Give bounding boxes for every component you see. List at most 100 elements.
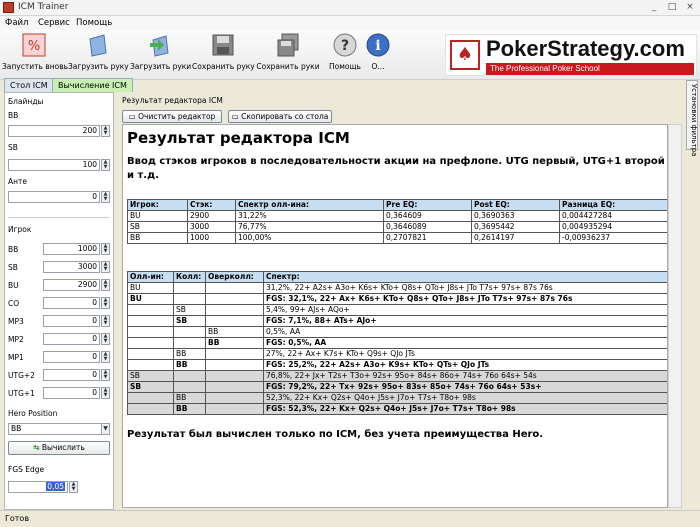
player-stack-input[interactable]: 0 [43, 387, 100, 399]
copy-from-table-button[interactable]: ▭ Скопировать со стола [228, 110, 332, 123]
table-cell: 0,004427284 [559, 210, 667, 222]
table-row: BB FGS: 25,2%, 22+ A2s+ A3o+ K9s+ KTo+ QT… [127, 359, 667, 371]
restart-button[interactable]: % Запустить вновь [2, 33, 68, 71]
load-hands-button[interactable]: Загрузить руки [130, 33, 191, 71]
tab-icm-table[interactable]: Стол ICM [4, 78, 54, 92]
table-row: SB FGS: 79,2%, 22+ Tx+ 92s+ 95o+ 83s+ 85o… [127, 381, 667, 393]
bb-label: BB [8, 111, 19, 120]
close-button[interactable]: × [682, 1, 698, 14]
fgs-edge-stepper[interactable]: ▲ ▼ [69, 481, 78, 493]
player-stack-input[interactable]: 0 [43, 297, 100, 309]
player-stack-stepper[interactable]: ▲ ▼ [101, 261, 110, 273]
maximize-button[interactable]: □ [664, 1, 680, 14]
table-row: BB 27%, 22+ Ax+ K7s+ KTo+ Q9s+ QJo JTs [127, 348, 667, 360]
fgs-edge-input[interactable]: 0,05 [8, 481, 68, 493]
chevron-down-icon[interactable]: ▼ [101, 423, 110, 435]
table-cell: 0,2614197 [471, 232, 560, 244]
calculate-button[interactable]: ↹ Вычислить [8, 441, 110, 455]
table-header: Разница EQ: [559, 199, 667, 211]
sb-stepper[interactable]: ▲ ▼ [101, 159, 110, 171]
title-bar: ICM Trainer _ □ × [0, 0, 700, 16]
player-stack-stepper[interactable]: ▲ ▼ [101, 243, 110, 255]
table-cell: SB [127, 221, 188, 233]
player-stack-stepper[interactable]: ▲ ▼ [101, 369, 110, 381]
ante-input[interactable]: 0 [8, 191, 100, 203]
table-cell: 0,3695442 [471, 221, 560, 233]
table-cell [205, 282, 264, 294]
result-group-title: Результат редактора ICM [122, 96, 223, 105]
info-icon: i [366, 33, 390, 57]
table-row: SB FGS: 7,1%, 88+ ATs+ AJo+ [127, 315, 667, 327]
table-row: SB 76,8%, 22+ Jx+ T2s+ T3o+ 92s+ 95o+ 84s… [127, 370, 667, 382]
table-cell [205, 293, 264, 305]
table-cell: BB [173, 403, 206, 415]
table-cell: BB [205, 326, 264, 338]
bb-stepper[interactable]: ▲ ▼ [101, 125, 110, 137]
player-stack-stepper[interactable]: ▲ ▼ [101, 351, 110, 363]
table-cell [205, 381, 264, 393]
clear-icon: ▭ [128, 112, 139, 121]
player-stack-input[interactable]: 0 [43, 333, 100, 345]
table-cell [205, 359, 264, 371]
bb-input[interactable]: 200 [8, 125, 100, 137]
table-cell: 0,3690363 [471, 210, 560, 222]
help-button[interactable]: ? Помощь [327, 33, 363, 71]
table-cell [173, 337, 206, 349]
player-label: CO [8, 299, 20, 308]
save-hands-button[interactable]: Сохранить руки [256, 33, 320, 71]
ante-stepper[interactable]: ▲ ▼ [101, 191, 110, 203]
player-stack-input[interactable]: 2900 [43, 279, 100, 291]
table-header: Спектр: [263, 271, 667, 283]
table-cell [173, 293, 206, 305]
ante-label: Анте [8, 177, 28, 186]
tab-icm-calculation[interactable]: Вычисление ICM [52, 78, 133, 92]
player-stack-input[interactable]: 3000 [43, 261, 100, 273]
equity-table: Игрок: Стэк: Спектр олл-ина: Pre EQ: Post EQ… [127, 199, 667, 244]
player-stack-stepper[interactable]: ▲ ▼ [101, 279, 110, 291]
table-cell: 1000 [187, 232, 236, 244]
menu-help[interactable]: Помощь [76, 18, 112, 28]
status-bar: Готов [0, 510, 700, 527]
save-hand-button[interactable]: Сохранить руку [192, 33, 255, 71]
table-cell [173, 282, 206, 294]
vertical-scrollbar[interactable] [668, 124, 682, 508]
table-row: BB 0,5%, AA [127, 326, 667, 338]
load-hand-button[interactable]: Загрузить руку [68, 33, 129, 71]
player-stack-stepper[interactable]: ▲ ▼ [101, 387, 110, 399]
blinds-title: Блайнды [8, 97, 44, 106]
minimize-button[interactable]: _ [646, 1, 662, 14]
menu-service[interactable]: Сервис [38, 18, 70, 28]
table-header: Post EQ: [471, 199, 560, 211]
save-hands-icon [276, 33, 300, 57]
table-row: BU FGS: 32,1%, 22+ Ax+ K6s+ KTo+ Q8s+ QTo… [127, 293, 667, 305]
player-stack-input[interactable]: 0 [43, 369, 100, 381]
player-stack-input[interactable]: 1000 [43, 243, 100, 255]
fgs-edge-label: FGS Edge [8, 465, 45, 474]
table-cell: FGS: 79,2%, 22+ Tx+ 92s+ 95o+ 83s+ 85o+ … [263, 381, 667, 393]
table-cell [205, 370, 264, 382]
table-header: Спектр олл-ина: [235, 199, 384, 211]
hero-position-select[interactable]: BB [8, 423, 110, 435]
svg-text:%: % [28, 39, 40, 54]
table-cell [205, 304, 264, 316]
table-cell [205, 315, 264, 327]
filter-settings-tab[interactable]: Установки фильтра [686, 80, 698, 156]
player-label: UTG+2 [8, 371, 35, 380]
player-stack-stepper[interactable]: ▲ ▼ [101, 333, 110, 345]
calculate-icon: ↹ [33, 443, 42, 452]
sb-input[interactable]: 100 [8, 159, 100, 171]
player-stack-stepper[interactable]: ▲ ▼ [101, 315, 110, 327]
menu-file[interactable]: Файл [5, 18, 28, 28]
player-stack-stepper[interactable]: ▲ ▼ [101, 297, 110, 309]
table-cell: 3000 [187, 221, 236, 233]
load-hand-icon [86, 33, 110, 57]
player-stack-input[interactable]: 0 [43, 315, 100, 327]
clear-editor-button[interactable]: ▭ Очистить редактор [122, 110, 222, 123]
player-title: Игрок [8, 225, 32, 234]
player-stack-input[interactable]: 0 [43, 351, 100, 363]
page-title: Результат редактора ICM [127, 129, 350, 147]
about-button[interactable]: i О... [365, 33, 391, 71]
player-label: BU [8, 281, 19, 290]
table-cell: 100,00% [235, 232, 384, 244]
player-label: MP3 [8, 317, 24, 326]
